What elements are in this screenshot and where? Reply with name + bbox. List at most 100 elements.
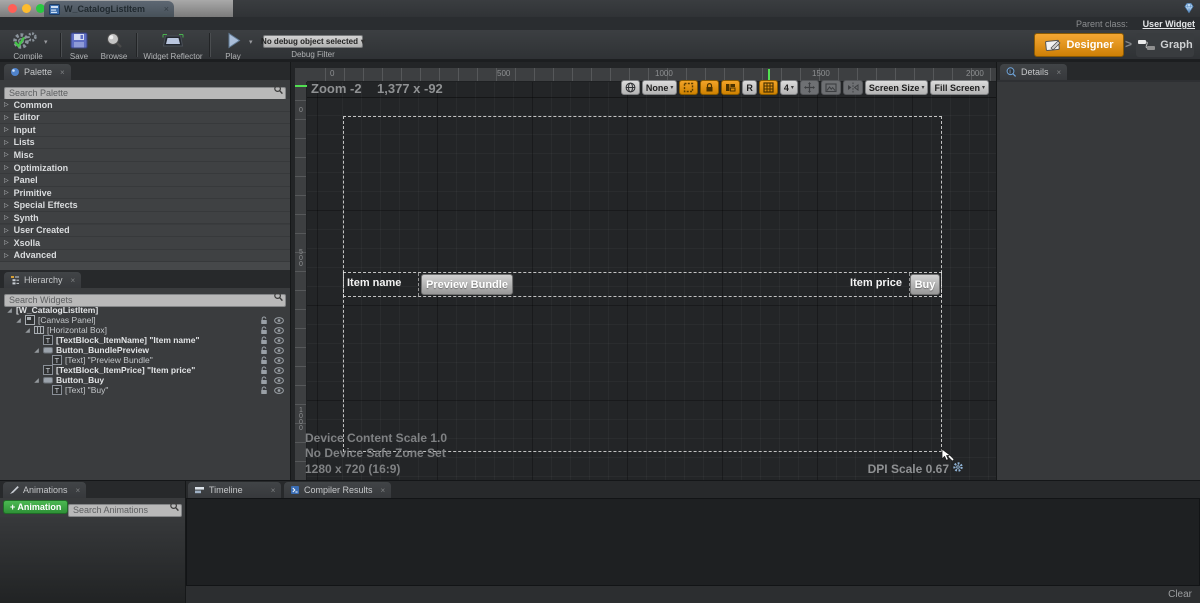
- expander-arrow-icon[interactable]: ◢: [33, 347, 40, 354]
- designer-canvas[interactable]: 0500100015002000 05001000 Zoom -2 1,377 …: [291, 62, 997, 480]
- expander-arrow-icon[interactable]: ▷: [4, 114, 9, 121]
- lock-icon[interactable]: [260, 336, 268, 345]
- save-button[interactable]: Save: [64, 32, 94, 58]
- lock-widgets-button[interactable]: [700, 80, 719, 95]
- expander-arrow-icon[interactable]: ◢: [24, 327, 31, 334]
- palette-category-misc[interactable]: ▷Misc: [0, 149, 290, 162]
- tab-details[interactable]: i Details ×: [1000, 64, 1067, 80]
- add-animation-button[interactable]: + Animation: [3, 500, 68, 514]
- expander-arrow-icon[interactable]: ▷: [4, 202, 9, 209]
- flip-preview-button[interactable]: [843, 80, 863, 95]
- animations-tab-close-icon[interactable]: ×: [76, 486, 81, 495]
- visibility-eye-icon[interactable]: [274, 387, 284, 394]
- palette-category-primitive[interactable]: ▷Primitive: [0, 187, 290, 200]
- hierarchy-row[interactable]: ◢[Horizontal Box]: [2, 325, 288, 335]
- hierarchy-row[interactable]: T[TextBlock_ItemName] "Item name": [2, 335, 288, 345]
- debug-object-dropdown[interactable]: No debug object selected ▾: [263, 35, 363, 48]
- lock-icon[interactable]: [260, 346, 268, 355]
- lock-icon[interactable]: [260, 366, 268, 375]
- expander-arrow-icon[interactable]: ▷: [4, 139, 9, 146]
- hierarchy-tab-close-icon[interactable]: ×: [71, 276, 76, 285]
- expander-arrow-icon[interactable]: ▷: [4, 177, 9, 184]
- palette-tab-close-icon[interactable]: ×: [60, 68, 65, 77]
- animations-search[interactable]: [68, 500, 182, 518]
- tab-palette[interactable]: Palette ×: [4, 64, 71, 80]
- graph-mode-button[interactable]: Graph: [1136, 33, 1194, 57]
- expander-arrow-icon[interactable]: ◢: [33, 377, 40, 384]
- expander-arrow-icon[interactable]: ▷: [4, 239, 9, 246]
- minimize-window-button[interactable]: [22, 4, 31, 13]
- tab-animations[interactable]: Animations ×: [3, 482, 86, 498]
- tab-hierarchy[interactable]: Hierarchy ×: [4, 272, 81, 288]
- localization-dropdown[interactable]: None▾: [642, 80, 678, 95]
- play-options-caret-icon[interactable]: ▾: [249, 38, 253, 46]
- visibility-eye-icon[interactable]: [274, 347, 284, 354]
- localization-preview-button[interactable]: [621, 80, 640, 95]
- widget-reflector-button[interactable]: Widget Reflector: [139, 32, 207, 58]
- grid-snap-button[interactable]: [759, 80, 778, 95]
- designer-mode-button[interactable]: Designer: [1034, 33, 1124, 57]
- panel-splitter[interactable]: [0, 262, 290, 270]
- anchor-button[interactable]: [679, 80, 698, 95]
- palette-category-synth[interactable]: ▷Synth: [0, 212, 290, 225]
- visibility-eye-icon[interactable]: [274, 367, 284, 374]
- expander-arrow-icon[interactable]: ▷: [4, 189, 9, 196]
- browse-button[interactable]: Browse: [96, 32, 132, 58]
- visibility-eye-icon[interactable]: [274, 357, 284, 364]
- lock-icon[interactable]: [260, 376, 268, 385]
- expander-arrow-icon[interactable]: ▷: [4, 151, 9, 158]
- palette-category-advanced[interactable]: ▷Advanced: [0, 250, 290, 263]
- horizontal-box-outline[interactable]: Item name Preview Bundle Item price Buy: [343, 272, 942, 297]
- lock-icon[interactable]: [260, 316, 268, 325]
- expander-arrow-icon[interactable]: ▷: [4, 227, 9, 234]
- visibility-eye-icon[interactable]: [274, 377, 284, 384]
- hierarchy-row[interactable]: ◢[Canvas Panel]: [2, 315, 288, 325]
- compiler-results-log[interactable]: [186, 498, 1200, 586]
- expander-arrow-icon[interactable]: ▷: [4, 126, 9, 133]
- visibility-eye-icon[interactable]: [274, 337, 284, 344]
- outline-mode-button[interactable]: [721, 80, 740, 95]
- compiler-results-tab-close-icon[interactable]: ×: [381, 486, 386, 495]
- asset-tab-close-icon[interactable]: ×: [164, 4, 169, 14]
- animations-search-input[interactable]: [68, 504, 182, 517]
- expander-arrow-icon[interactable]: ▷: [4, 252, 9, 259]
- lock-icon[interactable]: [260, 326, 268, 335]
- hierarchy-row[interactable]: T[Text] "Buy": [2, 385, 288, 395]
- palette-category-optimization[interactable]: ▷Optimization: [0, 162, 290, 175]
- widget-item-price-text[interactable]: Item price: [850, 277, 902, 289]
- palette-category-editor[interactable]: ▷Editor: [0, 112, 290, 125]
- palette-category-input[interactable]: ▷Input: [0, 124, 290, 137]
- hierarchy-row[interactable]: ◢Button_Buy: [2, 375, 288, 385]
- hierarchy-row[interactable]: T[Text] "Preview Bundle": [2, 355, 288, 365]
- close-window-button[interactable]: [8, 4, 17, 13]
- fill-screen-dropdown[interactable]: Fill Screen▾: [930, 80, 989, 95]
- palette-category-common[interactable]: ▷Common: [0, 99, 290, 112]
- palette-category-xsolla[interactable]: ▷Xsolla: [0, 237, 290, 250]
- hierarchy-row[interactable]: ◢Button_BundlePreview: [2, 345, 288, 355]
- widget-buy-button[interactable]: Buy: [910, 274, 940, 295]
- hierarchy-row[interactable]: T[TextBlock_ItemPrice] "Item price": [2, 365, 288, 375]
- clear-log-button[interactable]: Clear: [1168, 589, 1192, 600]
- dpi-settings-gear-icon[interactable]: [952, 461, 964, 473]
- compile-options-caret-icon[interactable]: ▾: [44, 38, 48, 46]
- timeline-tab-close-icon[interactable]: ×: [271, 486, 276, 495]
- palette-category-panel[interactable]: ▷Panel: [0, 174, 290, 187]
- compile-button[interactable]: ▾ Compile: [6, 32, 58, 58]
- animations-list[interactable]: [0, 517, 185, 603]
- hierarchy-row[interactable]: ◢[W_CatalogListItem]: [2, 305, 288, 315]
- expander-arrow-icon[interactable]: ◢: [15, 317, 22, 324]
- palette-category-special-effects[interactable]: ▷Special Effects: [0, 199, 290, 212]
- expander-arrow-icon[interactable]: ▷: [4, 214, 9, 221]
- visibility-eye-icon[interactable]: [274, 317, 284, 324]
- transform-mode-button[interactable]: [800, 80, 819, 95]
- palette-category-lists[interactable]: ▷Lists: [0, 137, 290, 150]
- play-button[interactable]: ▾ Play: [213, 32, 257, 58]
- visibility-eye-icon[interactable]: [274, 327, 284, 334]
- tab-compiler-results[interactable]: Compiler Results ×: [284, 482, 391, 498]
- expander-arrow-icon[interactable]: ◢: [6, 307, 13, 314]
- palette-category-user-created[interactable]: ▷User Created: [0, 225, 290, 238]
- tab-timeline[interactable]: Timeline ×: [188, 482, 281, 498]
- screen-size-dropdown[interactable]: Screen Size▾: [865, 80, 929, 95]
- lock-icon[interactable]: [260, 386, 268, 395]
- lock-icon[interactable]: [260, 356, 268, 365]
